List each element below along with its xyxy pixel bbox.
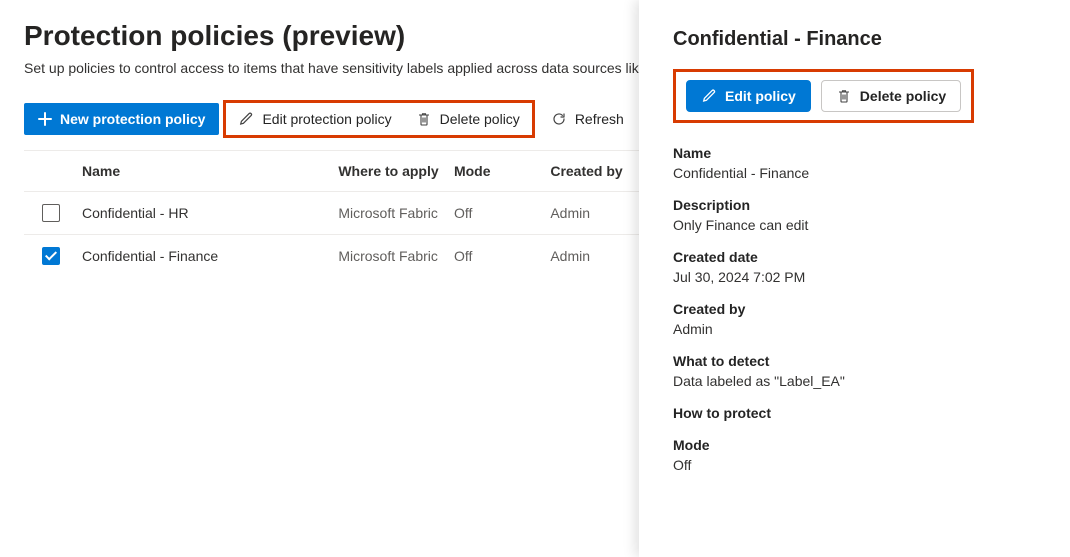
edit-policy-button[interactable]: Edit protection policy [226, 103, 403, 135]
detail-description: Description Only Finance can edit [673, 197, 1050, 233]
detail-created-by: Created by Admin [673, 301, 1050, 337]
row-checkbox[interactable] [42, 247, 60, 265]
row-checkbox[interactable] [42, 204, 60, 222]
row-where: Microsoft Fabric [338, 248, 454, 264]
row-mode: Off [454, 205, 550, 221]
delete-policy-button[interactable]: Delete policy [404, 103, 532, 135]
page-subtitle: Set up policies to control access to ite… [24, 60, 639, 76]
col-where-header: Where to apply [338, 163, 454, 179]
detail-mode: Mode Off [673, 437, 1050, 473]
panel-delete-button[interactable]: Delete policy [821, 80, 961, 112]
detail-how-to-protect-label: How to protect [673, 405, 1050, 421]
detail-name-label: Name [673, 145, 1050, 161]
delete-policy-label: Delete policy [440, 111, 520, 127]
row-mode: Off [454, 248, 550, 264]
detail-created-by-value: Admin [673, 321, 1050, 337]
detail-mode-label: Mode [673, 437, 1050, 453]
detail-name-value: Confidential - Finance [673, 165, 1050, 181]
col-name-header: Name [78, 163, 338, 179]
table-row[interactable]: Confidential - HR Microsoft Fabric Off A… [24, 191, 639, 234]
row-name: Confidential - Finance [78, 248, 338, 264]
refresh-icon [551, 111, 567, 127]
detail-created-by-label: Created by [673, 301, 1050, 317]
detail-mode-value: Off [673, 457, 1050, 473]
col-mode-header: Mode [454, 163, 550, 179]
toolbar-highlight-group: Edit protection policy Delete policy [223, 100, 534, 138]
main-content: Protection policies (preview) Set up pol… [0, 0, 639, 557]
page-title: Protection policies (preview) [24, 20, 639, 52]
panel-title: Confidential - Finance [673, 28, 1050, 51]
edit-policy-label: Edit protection policy [262, 111, 391, 127]
refresh-button[interactable]: Refresh [539, 103, 636, 135]
toolbar: New protection policy Edit protection po… [24, 100, 639, 138]
detail-created-date-label: Created date [673, 249, 1050, 265]
detail-created-date-value: Jul 30, 2024 7:02 PM [673, 269, 1050, 285]
trash-icon [836, 88, 852, 104]
panel-edit-label: Edit policy [725, 88, 796, 104]
detail-created-date: Created date Jul 30, 2024 7:02 PM [673, 249, 1050, 285]
table-row[interactable]: Confidential - Finance Microsoft Fabric … [24, 234, 639, 277]
panel-action-group: Edit policy Delete policy [673, 69, 974, 123]
panel-delete-label: Delete policy [860, 88, 946, 104]
detail-what-to-detect-label: What to detect [673, 353, 1050, 369]
details-panel: Confidential - Finance Edit policy Delet… [639, 0, 1070, 557]
row-createdby: Admin [550, 205, 639, 221]
plus-icon [38, 112, 52, 126]
detail-what-to-detect: What to detect Data labeled as "Label_EA… [673, 353, 1050, 389]
new-policy-button[interactable]: New protection policy [24, 103, 219, 135]
trash-icon [416, 111, 432, 127]
table-header: Name Where to apply Mode Created by [24, 150, 639, 191]
pencil-icon [701, 88, 717, 104]
pencil-icon [238, 111, 254, 127]
col-createdby-header: Created by [550, 163, 639, 179]
row-name: Confidential - HR [78, 205, 338, 221]
detail-description-label: Description [673, 197, 1050, 213]
detail-name: Name Confidential - Finance [673, 145, 1050, 181]
detail-how-to-protect: How to protect [673, 405, 1050, 421]
row-where: Microsoft Fabric [338, 205, 454, 221]
detail-description-value: Only Finance can edit [673, 217, 1050, 233]
row-createdby: Admin [550, 248, 639, 264]
policies-table: Name Where to apply Mode Created by Conf… [24, 150, 639, 277]
refresh-label: Refresh [575, 111, 624, 127]
new-policy-label: New protection policy [60, 111, 205, 127]
panel-edit-button[interactable]: Edit policy [686, 80, 811, 112]
detail-what-to-detect-value: Data labeled as "Label_EA" [673, 373, 1050, 389]
